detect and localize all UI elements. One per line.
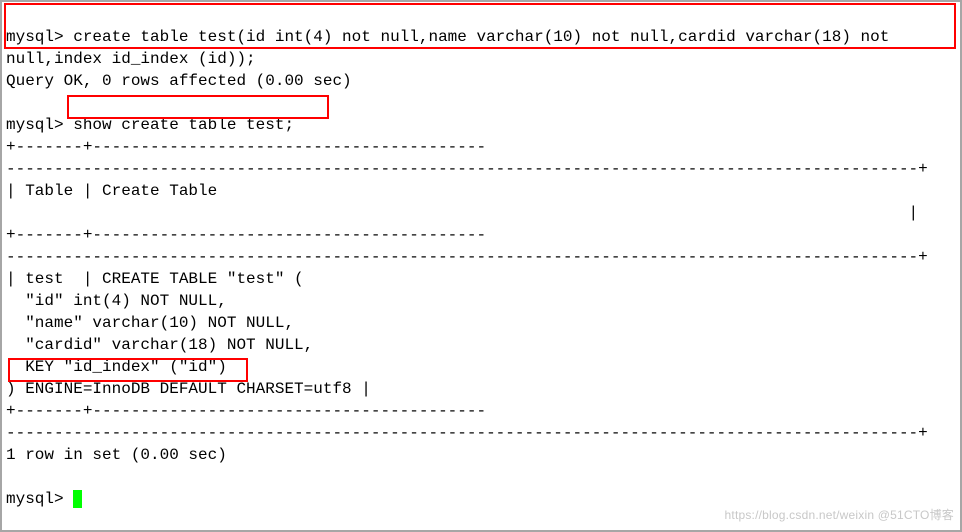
create-row-3: "name" varchar(10) NOT NULL, <box>6 314 294 332</box>
create-row-6: ) ENGINE=InnoDB DEFAULT CHARSET=utf8 | <box>6 380 371 398</box>
table-sep: ----------------------------------------… <box>6 424 928 442</box>
table-sep: ----------------------------------------… <box>6 160 928 178</box>
prompt: mysql> <box>6 28 64 46</box>
create-row-4: "cardid" varchar(18) NOT NULL, <box>6 336 313 354</box>
response-rows: 1 row in set (0.00 sec) <box>6 446 227 464</box>
table-sep: +-------+-------------------------------… <box>6 226 486 244</box>
command-create-2: null,index id_index (id)); <box>6 50 256 68</box>
cursor[interactable] <box>73 490 82 508</box>
table-sep: +-------+-------------------------------… <box>6 402 486 420</box>
create-row-2: "id" int(4) NOT NULL, <box>6 292 227 310</box>
watermark: https://blog.csdn.net/weixin @51CTO博客 <box>725 504 954 526</box>
prompt: mysql> <box>6 116 64 134</box>
terminal-output: mysql> create table test(id int(4) not n… <box>0 0 962 514</box>
table-header: | Table | Create Table <box>6 182 937 200</box>
table-sep: ----------------------------------------… <box>6 248 928 266</box>
response-query-ok: Query OK, 0 rows affected (0.00 sec) <box>6 72 352 90</box>
create-row-1: | test | CREATE TABLE "test" ( <box>6 270 304 288</box>
create-row-5: KEY "id_index" ("id") <box>6 358 227 376</box>
table-header-end: | <box>6 204 918 222</box>
command-show: show create table test; <box>64 116 294 134</box>
prompt: mysql> <box>6 490 64 508</box>
table-sep: +-------+-------------------------------… <box>6 138 486 156</box>
command-create-1: create table test(id int(4) not null,nam… <box>64 28 899 46</box>
